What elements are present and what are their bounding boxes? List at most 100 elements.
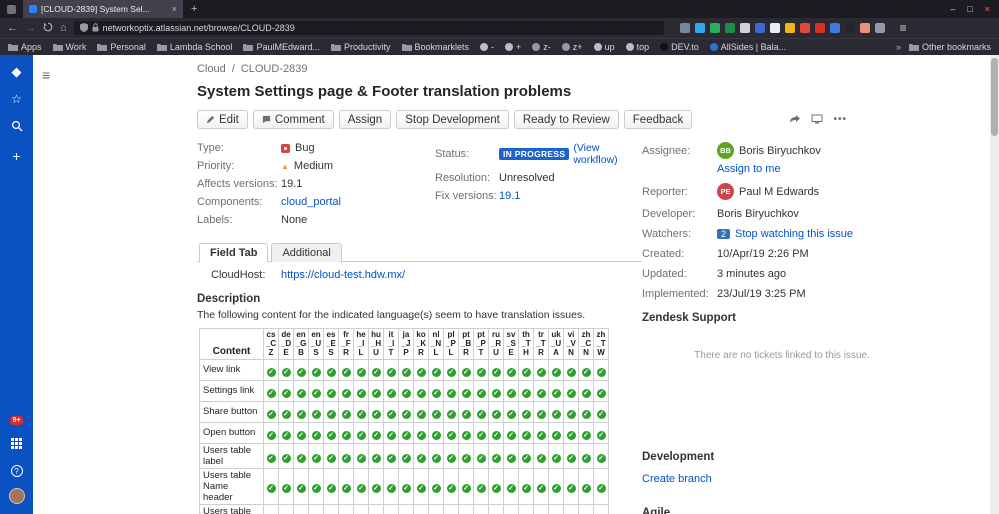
status-cell: ✓: [398, 442, 414, 469]
other-bookmarks[interactable]: Other bookmarks: [908, 42, 991, 52]
bookmark-folder[interactable]: Lambda School: [156, 42, 232, 52]
sidebar-toggle-icon[interactable]: ≡: [42, 67, 50, 83]
extension-icon[interactable]: [829, 23, 840, 33]
help-icon[interactable]: ?: [10, 465, 23, 477]
refresh-icon[interactable]: [43, 22, 53, 35]
apps-grid-icon[interactable]: [11, 436, 22, 454]
folder-icon: [52, 44, 63, 51]
url-bar[interactable]: networkoptix.atlassian.net/browse/CLOUD-…: [73, 21, 664, 35]
bookmark-folder[interactable]: Work: [52, 42, 86, 52]
stop-watching-link[interactable]: Stop watching this issue: [735, 228, 853, 240]
assign-to-me-link[interactable]: Assign to me: [717, 163, 781, 175]
updated-value: 3 minutes ago: [717, 268, 787, 280]
pass-icon: ✓: [581, 367, 591, 377]
extension-icon[interactable]: [799, 23, 810, 33]
view-workflow-link[interactable]: (View workflow): [573, 142, 642, 166]
star-icon[interactable]: ☆: [11, 93, 22, 105]
bookmark-folder[interactable]: Productivity: [330, 42, 391, 52]
search-icon[interactable]: [11, 120, 23, 134]
bookmark-folder[interactable]: PaulMEdward...: [243, 42, 320, 52]
more-actions-button[interactable]: •••: [833, 114, 847, 125]
status-cell: ✓: [338, 379, 354, 402]
bookmark-folder[interactable]: Personal: [97, 42, 146, 52]
affects-versions-label: Affects versions:: [197, 178, 278, 190]
bookmarks-overflow-icon[interactable]: »: [896, 42, 901, 52]
bookmark-link[interactable]: z-: [532, 42, 551, 52]
implemented-label: Implemented:: [642, 288, 709, 300]
extension-icon[interactable]: [814, 23, 825, 33]
create-branch-link[interactable]: Create branch: [642, 473, 987, 485]
extension-icon[interactable]: [859, 23, 870, 33]
status-cell: ✓: [278, 467, 294, 505]
pass-icon: ✓: [476, 388, 486, 398]
extension-icon[interactable]: [739, 23, 750, 33]
minimize-icon[interactable]: –: [950, 4, 955, 14]
pass-icon: ✓: [341, 409, 351, 419]
close-icon[interactable]: ×: [985, 4, 990, 14]
pass-icon: ✓: [566, 367, 576, 377]
pass-icon: ✓: [386, 484, 396, 494]
status-cell: ✓: [563, 503, 579, 514]
ready-to-review-button[interactable]: Ready to Review: [513, 110, 619, 129]
assignee-avatar[interactable]: BB: [717, 142, 734, 159]
pass-icon: ✓: [296, 388, 306, 398]
export-icon[interactable]: [811, 111, 823, 129]
home-icon[interactable]: ⌂: [60, 22, 67, 34]
extension-icon[interactable]: [709, 23, 720, 33]
tab-field-tab[interactable]: Field Tab: [199, 243, 269, 262]
create-plus-icon[interactable]: +: [12, 149, 20, 163]
jira-logo-icon[interactable]: ◆: [12, 65, 22, 78]
bookmark-folder[interactable]: Bookmarklets: [401, 42, 469, 52]
assignee-name: Boris Biryuchkov: [739, 144, 821, 157]
forward-icon[interactable]: →: [25, 22, 36, 34]
status-cell: ✓: [398, 400, 414, 423]
bookmark-link[interactable]: -: [480, 42, 494, 52]
extension-icon[interactable]: [694, 23, 705, 33]
bookmark-link[interactable]: up: [593, 42, 615, 52]
bookmark-folder[interactable]: Apps: [8, 42, 42, 52]
reporter-avatar[interactable]: PE: [717, 183, 734, 200]
jira-favicon: [29, 5, 37, 13]
extension-icon[interactable]: [724, 23, 735, 33]
breadcrumb-issue-key[interactable]: CLOUD-2839: [241, 63, 308, 75]
breadcrumb-project[interactable]: Cloud: [197, 63, 226, 75]
back-icon[interactable]: ←: [7, 22, 18, 34]
bookmark-favicon: [625, 43, 634, 51]
edit-button[interactable]: Edit: [197, 110, 248, 129]
new-tab-button[interactable]: +: [191, 3, 197, 15]
extension-icon[interactable]: [784, 23, 795, 33]
bookmark-link[interactable]: AllSides | Bala...: [709, 42, 786, 52]
cloudhost-link[interactable]: https://cloud-test.hdw.mx/: [281, 269, 405, 281]
bookmark-link[interactable]: +: [505, 42, 521, 52]
feedback-button[interactable]: Feedback: [623, 110, 693, 129]
extension-icon[interactable]: [679, 23, 690, 33]
components-link[interactable]: cloud_portal: [281, 196, 341, 208]
folder-icon: [97, 44, 108, 51]
scrollbar[interactable]: [990, 55, 999, 514]
bookmark-link[interactable]: z+: [561, 42, 583, 52]
pass-icon: ✓: [326, 409, 336, 419]
assign-button[interactable]: Assign: [338, 110, 392, 129]
extension-icon[interactable]: [844, 23, 855, 33]
fix-versions-link[interactable]: 19.1: [499, 190, 520, 202]
share-icon[interactable]: [789, 111, 801, 129]
comment-button[interactable]: Comment: [252, 110, 334, 129]
bookmark-link[interactable]: top: [625, 42, 649, 52]
scrollbar-thumb[interactable]: [991, 58, 998, 136]
stop-development-button[interactable]: Stop Development: [396, 110, 509, 129]
maximize-icon[interactable]: □: [967, 4, 972, 14]
reporter-name: Paul M Edwards: [739, 185, 820, 198]
browser-tab[interactable]: [CLOUD-2839] System Sel... ×: [23, 0, 183, 18]
status-cell: ✓: [368, 503, 384, 514]
extension-icon[interactable]: [769, 23, 780, 33]
menu-icon[interactable]: ≡: [900, 21, 907, 35]
profile-avatar[interactable]: [8, 488, 25, 504]
notification-badge[interactable]: 9+: [9, 416, 24, 425]
tab-close-icon[interactable]: ×: [172, 4, 177, 14]
extension-icon[interactable]: [874, 23, 885, 33]
bookmark-link[interactable]: DEV.to: [660, 42, 699, 52]
language-header: ko _K R: [413, 328, 429, 360]
tab-additional[interactable]: Additional: [271, 243, 342, 262]
extension-icon[interactable]: [754, 23, 765, 33]
window-menu-icon[interactable]: [7, 4, 16, 14]
